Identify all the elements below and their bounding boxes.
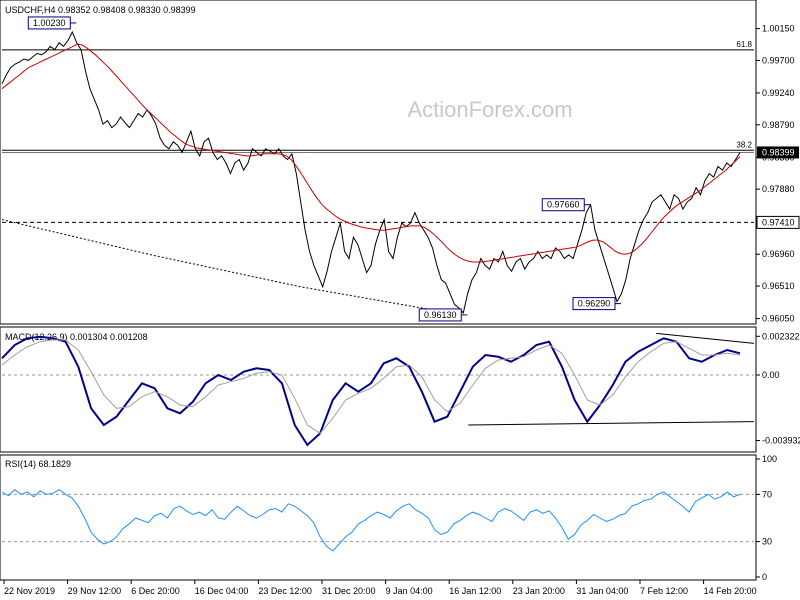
- rsi-tick-label: 70: [762, 489, 772, 499]
- price-tick-label: 0.98790: [762, 120, 795, 130]
- rsi-panel: [0, 454, 757, 581]
- x-tick-label: 14 Feb 20:00: [704, 586, 757, 596]
- x-tick-label: 16 Jan 12:00: [449, 586, 501, 596]
- price-tick-label: 0.96050: [762, 314, 795, 324]
- x-tick-label: 6 Dec 20:00: [131, 586, 180, 596]
- fib-label: 38.2: [736, 140, 752, 149]
- price-tick-label: 0.99240: [762, 88, 795, 98]
- price-tick-label: 0.96960: [762, 249, 795, 259]
- price-tick-label: 1.00150: [762, 24, 795, 34]
- price-panel-title: USDCHF,H4 0.98352 0.98408 0.98330 0.9839…: [5, 5, 196, 15]
- macd-panel-title: MACD(12,26,9) 0.001304 0.001208: [5, 332, 148, 342]
- current-price-label: 0.98399: [762, 147, 795, 157]
- price-tick-label: 0.97880: [762, 184, 795, 194]
- x-tick-label: 22 Nov 2019: [4, 586, 55, 596]
- price-tick-label: 0.96510: [762, 281, 795, 291]
- macd-tick-label: 0.002322: [762, 331, 800, 341]
- price-panel: [0, 0, 757, 325]
- x-tick-label: 9 Jan 04:00: [386, 586, 433, 596]
- x-tick-label: 23 Jan 20:00: [513, 586, 565, 596]
- watermark: ActionForex.com: [407, 97, 572, 122]
- annotation-label: 0.96130: [424, 310, 457, 320]
- macd-panel: [0, 326, 757, 453]
- rsi-tick-label: 100: [762, 454, 777, 464]
- x-tick-label: 7 Feb 12:00: [640, 586, 688, 596]
- fib-label: 61.8: [736, 40, 752, 49]
- x-tick-label: 31 Jan 04:00: [576, 586, 628, 596]
- annotation-label: 0.97660: [547, 200, 580, 210]
- support-label: 0.97410: [762, 217, 795, 227]
- annotation-label: 1.00230: [33, 18, 66, 28]
- x-tick-label: 16 Dec 04:00: [195, 586, 249, 596]
- x-tick-label: 29 Nov 12:00: [68, 586, 122, 596]
- chart-canvas: ActionForex.com USDCHF,H4 0.98352 0.9840…: [0, 0, 800, 596]
- annotation-label: 0.96290: [578, 299, 611, 309]
- rsi-tick-label: 0: [762, 572, 767, 582]
- x-tick-label: 23 Dec 12:00: [258, 586, 312, 596]
- rsi-panel-title: RSI(14) 68.1829: [5, 459, 71, 469]
- x-tick-label: 31 Dec 20:00: [322, 586, 376, 596]
- macd-tick-label: -0.003932: [762, 436, 800, 446]
- rsi-tick-label: 30: [762, 537, 772, 547]
- price-tick-label: 0.99700: [762, 55, 795, 65]
- macd-tick-label: 0.00: [762, 370, 780, 380]
